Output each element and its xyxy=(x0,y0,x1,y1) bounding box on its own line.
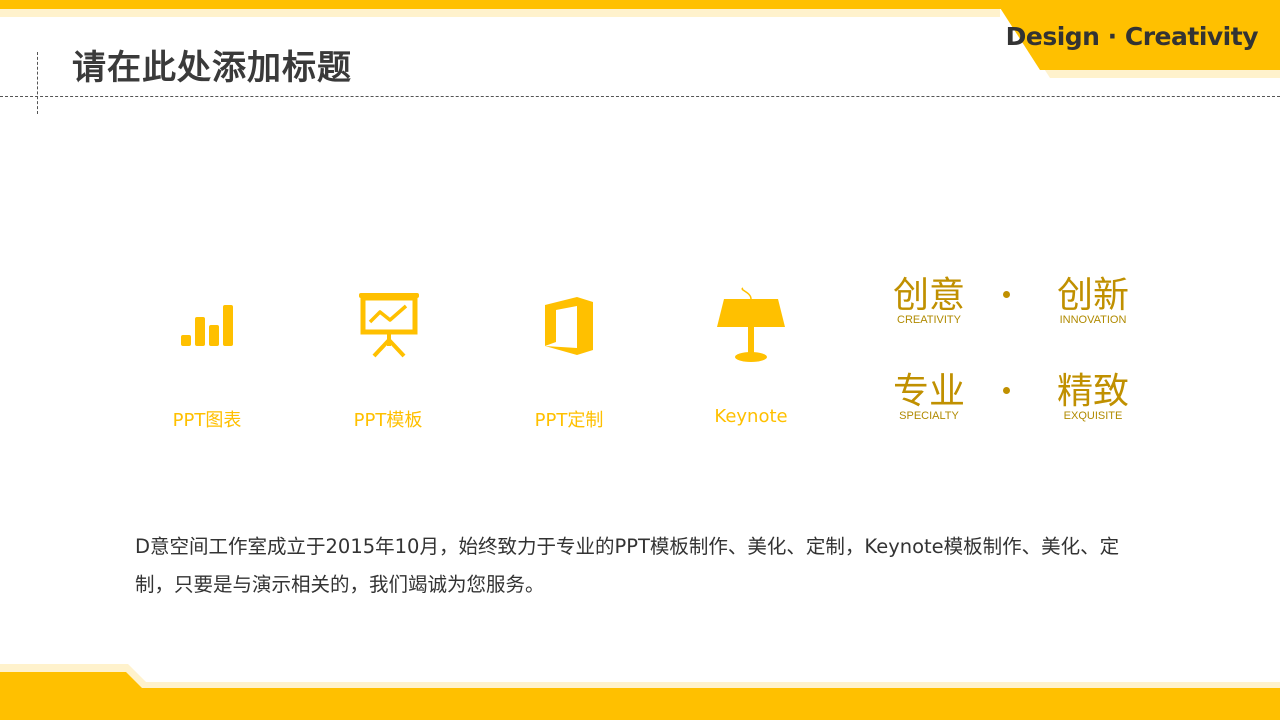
header-tagline: Design · Creativity xyxy=(1005,22,1259,51)
office-logo-icon xyxy=(545,297,593,355)
title-guide-vertical xyxy=(37,52,38,114)
title-divider xyxy=(0,96,1280,97)
keyword-en: SPECIALTY xyxy=(899,410,959,422)
keyword-en: INNOVATION xyxy=(1059,314,1127,326)
keyword-zh: 创新 xyxy=(1056,275,1129,316)
keyword-en: EXQUISITE xyxy=(1063,410,1123,422)
service-label: PPT图表 xyxy=(172,410,242,431)
service-label: PPT定制 xyxy=(534,410,604,431)
keyword-separator-dot xyxy=(1003,291,1010,298)
top-accent-bar-light xyxy=(0,9,1000,17)
keyword-en: CREATIVITY xyxy=(897,314,961,326)
keyword-zh: 精致 xyxy=(1056,371,1129,412)
page-title: 请在此处添加标题 xyxy=(72,48,352,88)
description-paragraph: D意空间工作室成立于2015年10月，始终致力于专业的PPT模板制作、美化、定制… xyxy=(135,535,1120,596)
keyword-separator-dot xyxy=(1003,387,1010,394)
bar-chart-icon xyxy=(181,305,233,346)
service-label: PPT模板 xyxy=(353,410,423,431)
keyword-zh: 专业 xyxy=(892,371,965,412)
service-label: Keynote xyxy=(714,406,788,427)
keynote-podium-icon xyxy=(717,287,785,362)
keyword-zh: 创意 xyxy=(892,275,965,316)
bottom-accent-bar xyxy=(0,664,1280,720)
presentation-board-icon xyxy=(359,293,419,358)
